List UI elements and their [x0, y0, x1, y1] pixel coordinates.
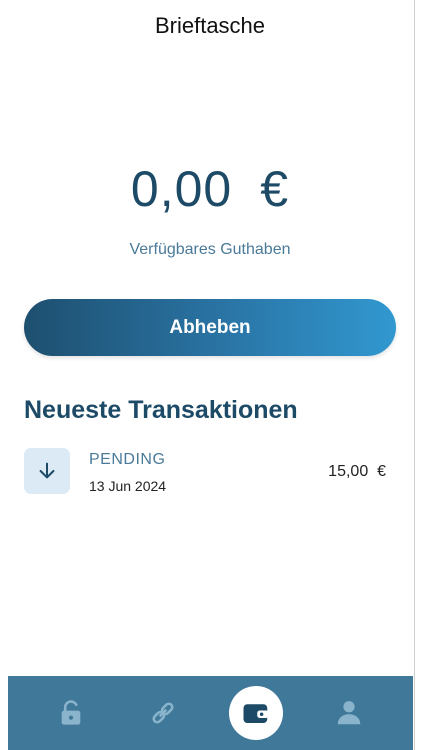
nav-item-lock[interactable] — [48, 690, 94, 736]
transaction-date: 13 Jun 2024 — [89, 478, 167, 494]
nav-item-profile[interactable] — [326, 690, 372, 736]
withdraw-button[interactable]: Abheben — [24, 299, 396, 356]
link-icon — [152, 702, 174, 724]
balance-amount: 0,00 € — [0, 160, 420, 218]
withdraw-button-label: Abheben — [169, 316, 251, 338]
nav-item-wallet[interactable] — [229, 686, 283, 740]
page-title: Brieftasche — [154, 13, 266, 38]
bottom-navigation — [8, 676, 413, 750]
lock-icon — [61, 700, 81, 725]
transaction-row[interactable]: PENDING 13 Jun 2024 15,00 € — [24, 448, 396, 498]
transaction-status: PENDING — [89, 451, 166, 468]
arrow-down-icon — [24, 448, 70, 494]
balance-value: 0,00 — [130, 161, 233, 217]
balance-label: Verfügbares Guthaben — [129, 241, 291, 258]
wallet-icon — [243, 704, 269, 723]
recent-transactions-title: Neueste Transaktionen — [24, 396, 298, 424]
person-icon — [337, 701, 361, 725]
nav-item-link[interactable] — [140, 690, 186, 736]
screen-edge — [414, 0, 415, 750]
balance-currency: € — [260, 161, 290, 217]
transaction-amount: 15,00 € — [328, 463, 386, 480]
